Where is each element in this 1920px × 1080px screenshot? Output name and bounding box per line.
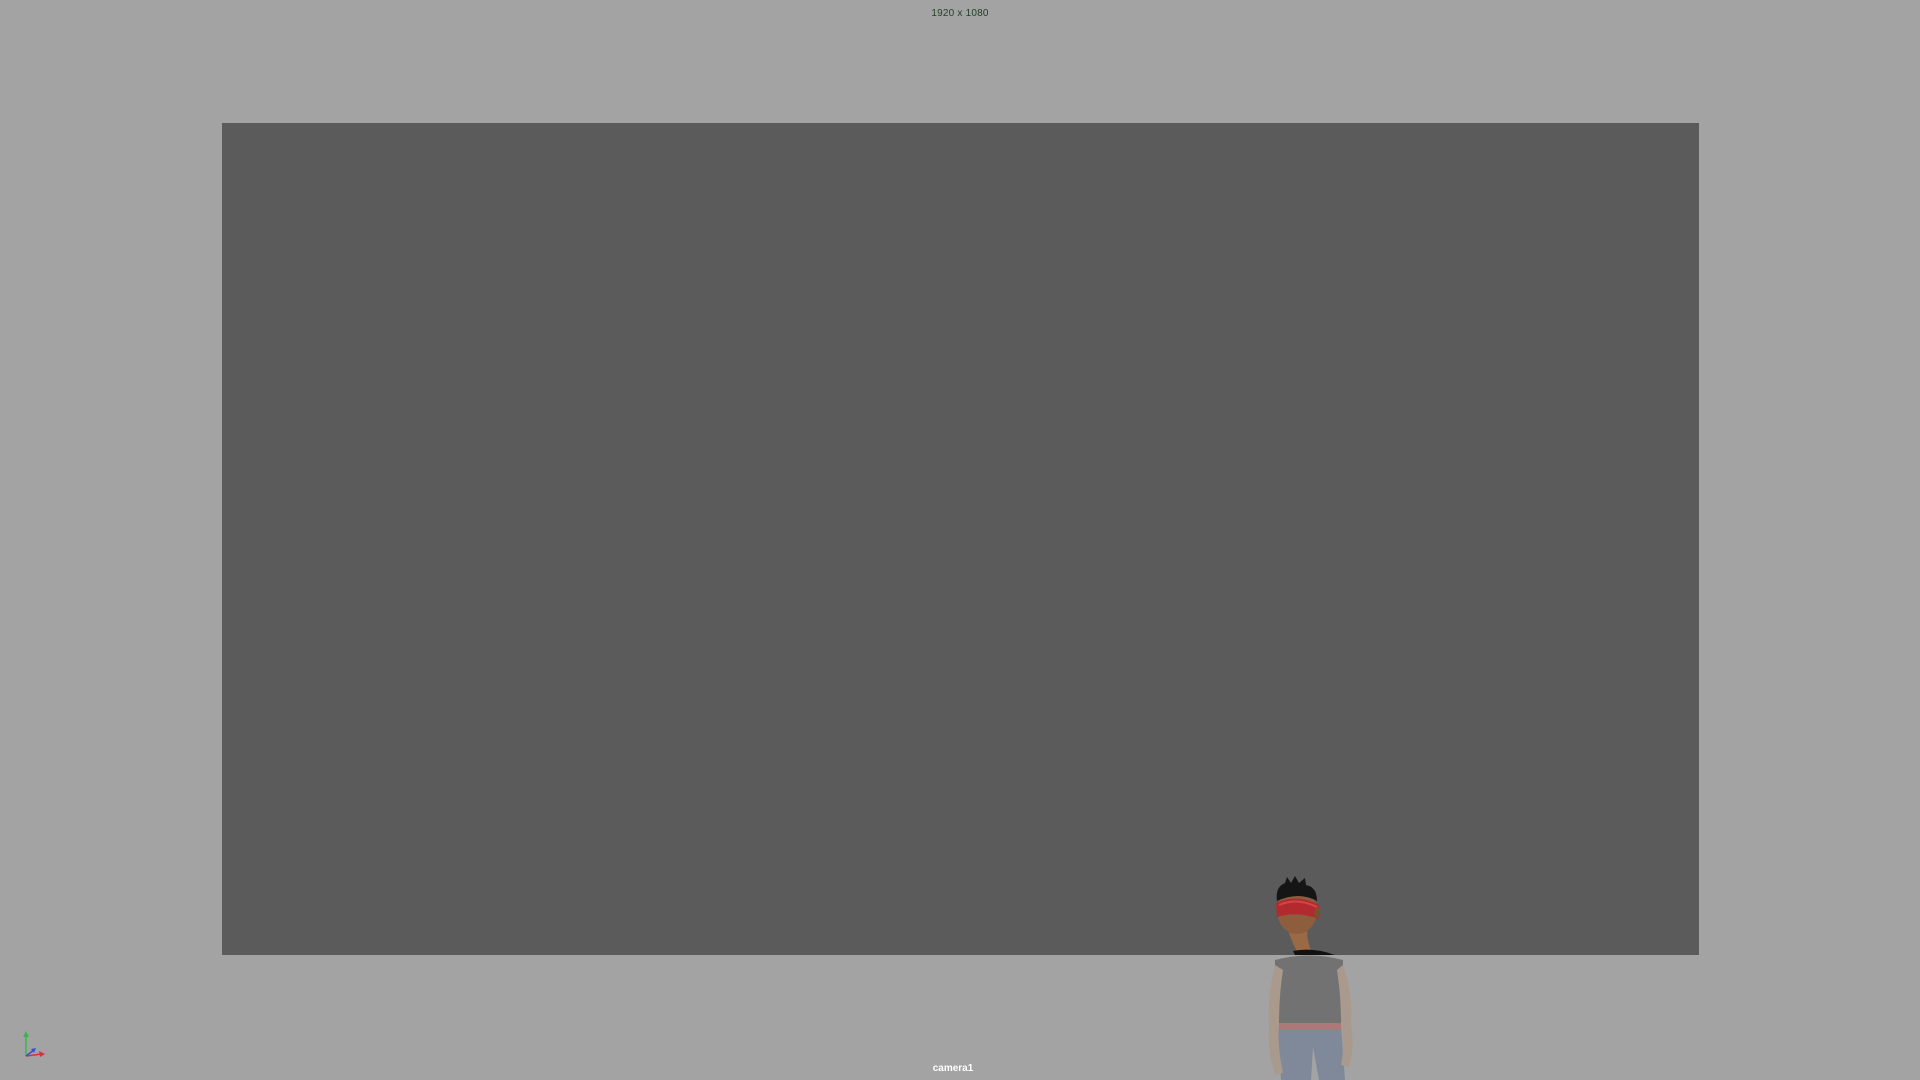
axis-gizmo-icon: [23, 1031, 45, 1057]
camera-viewport[interactable]: 1920 x 1080 camera1: [0, 0, 1920, 1080]
resolution-gate: [222, 123, 1699, 955]
camera-name-label: camera1: [932, 1063, 974, 1074]
character-model[interactable]: [1255, 875, 1385, 1080]
resolution-label: 1920 x 1080: [931, 8, 989, 19]
